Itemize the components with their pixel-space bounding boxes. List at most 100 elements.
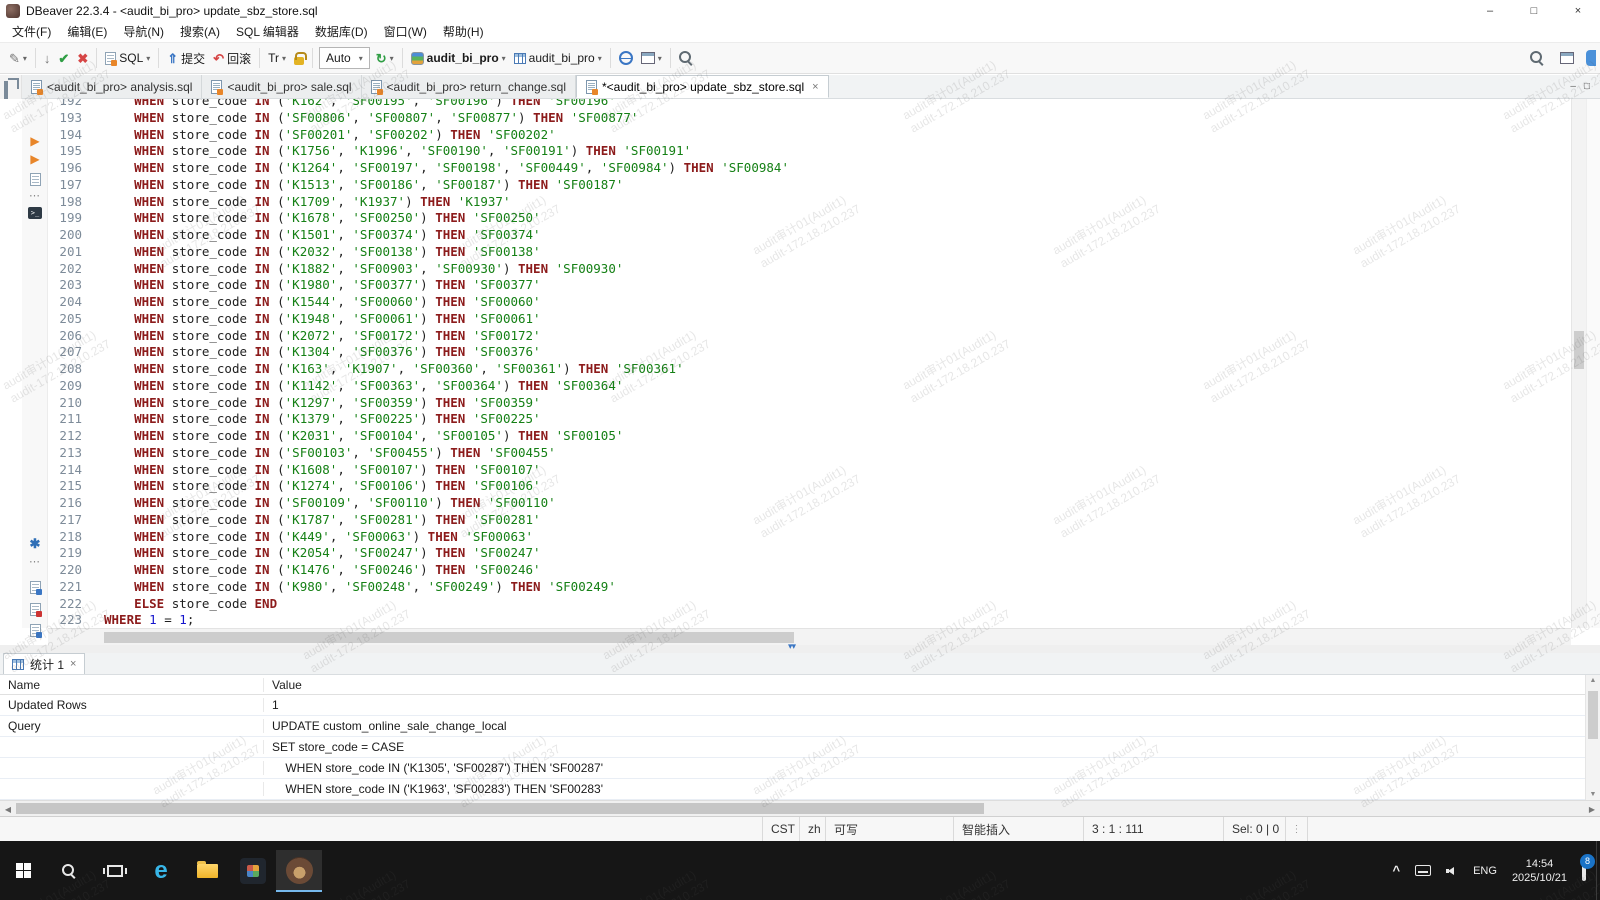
scrollbar-thumb[interactable] bbox=[1574, 331, 1584, 369]
network-profile-button[interactable] bbox=[615, 46, 637, 70]
code-line[interactable]: 201 WHEN store_code IN ('K2032', 'SF0013… bbox=[48, 244, 789, 261]
sql-editor-menu-button[interactable]: SQL ▾ bbox=[101, 46, 154, 70]
menu-item[interactable]: 导航(N) bbox=[115, 22, 172, 42]
open-console-button[interactable]: >_ bbox=[26, 205, 44, 221]
close-tab-icon[interactable]: × bbox=[812, 81, 818, 93]
execute-statement-button[interactable]: ▶ bbox=[26, 133, 44, 149]
maximize-button[interactable]: □ bbox=[1512, 0, 1556, 22]
overview-ruler[interactable] bbox=[1586, 99, 1600, 628]
result-row[interactable]: SET store_code = CASE bbox=[0, 737, 1600, 758]
code-line[interactable]: 197 WHEN store_code IN ('K1513', 'SF0018… bbox=[48, 177, 789, 194]
results-horizontal-scrollbar[interactable]: ◀ ▶ bbox=[0, 800, 1600, 816]
editor-horizontal-scrollbar[interactable] bbox=[48, 628, 1571, 645]
minimize-button[interactable]: – bbox=[1468, 0, 1512, 22]
close-button[interactable]: × bbox=[1556, 0, 1600, 22]
explain-plan-button[interactable] bbox=[26, 171, 44, 187]
scrollbar-thumb[interactable] bbox=[104, 632, 794, 643]
dbeaver-taskbar-button[interactable] bbox=[276, 849, 322, 892]
menu-item[interactable]: 窗口(W) bbox=[376, 22, 435, 42]
save-file-button[interactable] bbox=[26, 579, 44, 595]
result-row[interactable]: Updated Rows 1 bbox=[0, 695, 1600, 716]
statistics-tab[interactable]: 统计 1 × bbox=[3, 653, 86, 674]
code-line[interactable]: 212 WHEN store_code IN ('K2031', 'SF0010… bbox=[48, 428, 789, 445]
code-line[interactable]: 210 WHEN store_code IN ('K1297', 'SF0035… bbox=[48, 395, 789, 412]
scroll-down-icon[interactable]: ▼ bbox=[1586, 791, 1600, 798]
schema-selector[interactable]: audit_bi_pro ▾ bbox=[510, 46, 606, 70]
scrollbar-thumb[interactable] bbox=[16, 803, 984, 814]
maximize-editor-icon[interactable]: □ bbox=[1584, 81, 1590, 92]
code-line[interactable]: 195 WHEN store_code IN ('K1756', 'K1996'… bbox=[48, 143, 789, 160]
menu-item[interactable]: SQL 编辑器 bbox=[228, 22, 307, 42]
touch-keyboard-icon[interactable] bbox=[1415, 865, 1432, 876]
column-header-name[interactable]: Name bbox=[0, 678, 263, 692]
execute-script-button[interactable]: ▶ bbox=[26, 151, 44, 167]
code-line[interactable]: 220 WHEN store_code IN ('K1476', 'SF0024… bbox=[48, 562, 789, 579]
menu-item[interactable]: 帮助(H) bbox=[435, 22, 492, 42]
code-line[interactable]: 216 WHEN store_code IN ('SF00109', 'SF00… bbox=[48, 495, 789, 512]
file-output-button[interactable] bbox=[26, 622, 44, 638]
code-line[interactable]: 208 WHEN store_code IN ('K163', 'K1907',… bbox=[48, 361, 789, 378]
code-line[interactable]: 193 WHEN store_code IN ('SF00806', 'SF00… bbox=[48, 110, 789, 127]
splitter-arrows-icon[interactable]: ▾▾ bbox=[788, 641, 796, 652]
code-line[interactable]: 203 WHEN store_code IN ('K1980', 'SF0037… bbox=[48, 277, 789, 294]
menu-item[interactable]: 文件(F) bbox=[4, 22, 59, 42]
minimize-editor-icon[interactable]: – bbox=[1570, 81, 1576, 92]
code-line[interactable]: 217 WHEN store_code IN ('K1787', 'SF0028… bbox=[48, 512, 789, 529]
check-connection-button[interactable]: ✔ bbox=[54, 46, 73, 70]
menu-item[interactable]: 搜索(A) bbox=[172, 22, 228, 42]
scroll-right-icon[interactable]: ▶ bbox=[1584, 801, 1600, 817]
rollback-button[interactable]: ↶ 回滚 bbox=[209, 46, 255, 70]
editor-results-splitter[interactable]: ▾▾ bbox=[0, 641, 1600, 653]
input-language-indicator[interactable]: ENG bbox=[1473, 865, 1497, 877]
filter-button[interactable]: ▾ bbox=[637, 46, 666, 70]
code-line[interactable]: 206 WHEN store_code IN ('K2072', 'SF0017… bbox=[48, 328, 789, 345]
more-actions-icon[interactable]: ⋯ bbox=[26, 553, 44, 569]
quick-access-search-button[interactable] bbox=[1526, 46, 1548, 70]
start-button[interactable] bbox=[0, 850, 46, 892]
edge-button[interactable]: e bbox=[138, 850, 184, 892]
code-line[interactable]: 219 WHEN store_code IN ('K2054', 'SF0024… bbox=[48, 545, 789, 562]
code-line[interactable]: 223 WHERE 1 = 1; bbox=[48, 612, 789, 628]
scroll-up-icon[interactable]: ▲ bbox=[1586, 677, 1600, 684]
edit-connection-button[interactable]: ✎ ▾ bbox=[5, 46, 31, 70]
editor-tab[interactable]: <audit_bi_pro> sale.sql bbox=[202, 75, 362, 98]
code-line[interactable]: 199 WHEN store_code IN ('K1678', 'SF0025… bbox=[48, 210, 789, 227]
code-line[interactable]: 196 WHEN store_code IN ('K1264', 'SF0019… bbox=[48, 160, 789, 177]
search-button[interactable] bbox=[675, 46, 697, 70]
task-view-button[interactable] bbox=[92, 850, 138, 892]
pinned-app-button[interactable] bbox=[230, 850, 276, 892]
commit-button[interactable]: ⇑ 提交 bbox=[163, 46, 209, 70]
tray-expand-icon[interactable]: ^ bbox=[1393, 863, 1401, 878]
code-line[interactable]: 207 WHEN store_code IN ('K1304', 'SF0037… bbox=[48, 344, 789, 361]
lock-button[interactable] bbox=[290, 46, 308, 70]
volume-icon[interactable] bbox=[1446, 865, 1458, 877]
taskbar-search-button[interactable] bbox=[46, 850, 92, 892]
result-row[interactable]: WHEN store_code IN ('K1305', 'SF00287') … bbox=[0, 758, 1600, 779]
transaction-log-button[interactable]: Tr ▾ bbox=[264, 46, 290, 70]
menu-item[interactable]: 编辑(E) bbox=[59, 22, 115, 42]
code-line[interactable]: 204 WHEN store_code IN ('K1544', 'SF0006… bbox=[48, 294, 789, 311]
result-row[interactable]: WHEN store_code IN ('K1963', 'SF00283') … bbox=[0, 779, 1600, 800]
action-center-button[interactable]: 8 bbox=[1580, 853, 1595, 881]
code-line[interactable]: 194 WHEN store_code IN ('SF00201', 'SF00… bbox=[48, 127, 789, 144]
code-line[interactable]: 222 ELSE store_code END bbox=[48, 596, 789, 613]
taskbar-clock[interactable]: 14:54 2025/10/21 bbox=[1512, 857, 1567, 885]
hidden-toolbar-icon[interactable] bbox=[1586, 50, 1596, 66]
code-line[interactable]: 215 WHEN store_code IN ('K1274', 'SF0010… bbox=[48, 478, 789, 495]
open-perspective-button[interactable] bbox=[1556, 46, 1578, 70]
code-pane[interactable]: 192 WHEN store_code IN ('K162', 'SF00195… bbox=[48, 99, 1572, 628]
code-line[interactable]: 200 WHEN store_code IN ('K1501', 'SF0037… bbox=[48, 227, 789, 244]
code-line[interactable]: 198 WHEN store_code IN ('K1709', 'K1937'… bbox=[48, 194, 789, 211]
editor-tab[interactable]: <audit_bi_pro> analysis.sql bbox=[22, 75, 203, 98]
menu-item[interactable]: 数据库(D) bbox=[307, 22, 376, 42]
refresh-button[interactable]: ↻ ▾ bbox=[372, 46, 398, 70]
code-line[interactable]: 221 WHEN store_code IN ('K980', 'SF00248… bbox=[48, 579, 789, 596]
show-desktop-button[interactable] bbox=[1596, 841, 1600, 900]
fetch-next-button[interactable]: ↓ bbox=[40, 46, 55, 70]
code-line[interactable]: 202 WHEN store_code IN ('K1882', 'SF0090… bbox=[48, 261, 789, 278]
editor-settings-button[interactable]: ✱ bbox=[26, 536, 44, 552]
column-header-value[interactable]: Value bbox=[263, 677, 1600, 692]
more-actions-icon[interactable]: ⋯ bbox=[26, 187, 44, 203]
code-line[interactable]: 214 WHEN store_code IN ('K1608', 'SF0010… bbox=[48, 462, 789, 479]
code-line[interactable]: 213 WHEN store_code IN ('SF00103', 'SF00… bbox=[48, 445, 789, 462]
